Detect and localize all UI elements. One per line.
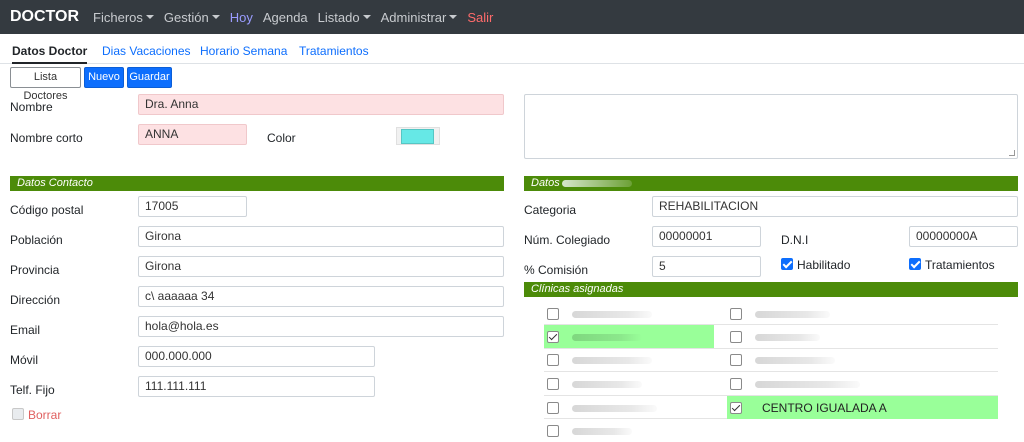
clinic-checkbox[interactable] (730, 308, 742, 320)
tratamientos-label: Tratamientos (925, 258, 995, 272)
poblacion-label: Población (10, 233, 63, 247)
clinic-checkbox[interactable] (547, 378, 559, 390)
redacted-clinic-name (572, 381, 642, 388)
movil-label: Móvil (10, 353, 39, 367)
comision-input[interactable]: 5 (652, 256, 761, 277)
clinic-item[interactable] (544, 419, 714, 442)
nav-agenda[interactable]: Agenda (263, 10, 308, 25)
codigo-postal-input[interactable]: 17005 (138, 196, 247, 217)
email-input[interactable]: hola@hola.es (138, 316, 504, 337)
codigo-postal-label: Código postal (10, 203, 84, 217)
color-picker[interactable] (396, 127, 440, 145)
nuevo-button[interactable]: Nuevo (84, 67, 124, 88)
redacted-clinic-name (572, 357, 652, 364)
nav-administrar[interactable]: Administrar (381, 10, 458, 25)
telf-fijo-input[interactable]: 111.111.111 (138, 376, 375, 397)
email-label: Email (10, 323, 41, 337)
caret-down-icon (145, 15, 154, 19)
clinic-item[interactable] (727, 348, 998, 371)
redacted-clinic-name (572, 334, 642, 341)
color-label: Color (267, 131, 296, 145)
nav-hoy[interactable]: Hoy (230, 10, 253, 25)
clinic-item-selected[interactable]: CENTRO IGUALADA A (727, 396, 998, 419)
datos-header: Datos (524, 176, 1018, 191)
tab-datos-doctor[interactable]: Datos Doctor (12, 40, 88, 64)
tratamientos-checkbox[interactable] (909, 258, 921, 270)
clinic-checkbox[interactable] (730, 378, 742, 390)
nombre-corto-input[interactable]: ANNA (138, 124, 247, 145)
nav-ficheros[interactable]: Ficheros (93, 10, 154, 25)
caret-down-icon (449, 15, 458, 19)
categoria-label: Categoria (524, 203, 577, 217)
num-colegiado-label: Núm. Colegiado (524, 233, 611, 247)
movil-input[interactable]: 000.000.000 (138, 346, 375, 367)
redacted-clinic-name (755, 311, 830, 318)
top-navbar: DOCTOR Ficheros Gestión Hoy Agenda Lista… (0, 0, 1024, 34)
caret-down-icon (362, 15, 371, 19)
dni-label: D.N.I (781, 233, 809, 247)
comision-label: % Comisión (524, 263, 589, 277)
provincia-label: Provincia (10, 263, 60, 277)
redacted-clinic-name (572, 428, 632, 435)
caret-down-icon (211, 15, 220, 19)
clinic-checkbox[interactable] (547, 331, 559, 343)
borrar-checkbox[interactable] (12, 408, 24, 420)
nombre-label: Nombre (10, 100, 53, 114)
tab-bar: Datos Doctor Dias Vacaciones Horario Sem… (0, 34, 1024, 64)
clinic-checkbox[interactable] (730, 354, 742, 366)
clinic-item[interactable] (544, 302, 714, 325)
clinic-checkbox[interactable] (547, 402, 559, 414)
clinic-checkbox[interactable] (730, 331, 742, 343)
direccion-input[interactable]: c\ aaaaaa 34 (138, 286, 504, 307)
clinic-item[interactable] (544, 396, 714, 419)
brand-logo[interactable]: DOCTOR (10, 8, 79, 26)
nav-gestion[interactable]: Gestión (164, 10, 220, 25)
nombre-input[interactable]: Dra. Anna (138, 94, 504, 115)
clinic-item[interactable] (544, 348, 714, 371)
habilitado-checkbox[interactable] (781, 258, 793, 270)
direccion-label: Dirección (10, 293, 61, 307)
datos-contacto-header: Datos Contacto (10, 176, 504, 191)
redacted-clinic-name (572, 311, 652, 318)
notes-textarea[interactable] (524, 94, 1018, 159)
tab-dias-vacaciones[interactable]: Dias Vacaciones (102, 40, 191, 64)
guardar-button[interactable]: Guardar (127, 67, 172, 88)
provincia-input[interactable]: Girona (138, 256, 504, 277)
lista-doctores-button[interactable]: Lista Doctores (10, 67, 81, 102)
clinic-item[interactable] (727, 325, 998, 348)
redacted-clinic-name (755, 381, 860, 388)
num-colegiado-input[interactable]: 00000001 (652, 226, 761, 247)
nav-salir[interactable]: Salir (467, 10, 493, 25)
color-preview (401, 129, 434, 144)
telf-fijo-label: Telf. Fijo (10, 383, 55, 397)
nombre-corto-label: Nombre corto (10, 131, 83, 145)
clinic-checkbox[interactable] (547, 354, 559, 366)
redacted-clinic-name (755, 357, 835, 364)
nav-listado[interactable]: Listado (318, 10, 371, 25)
tab-horario-semana[interactable]: Horario Semana (200, 40, 287, 64)
redacted-text (561, 179, 632, 187)
clinicas-header: Clínicas asignadas (524, 282, 1018, 297)
tab-tratamientos[interactable]: Tratamientos (299, 40, 369, 64)
clinic-item[interactable] (544, 372, 714, 395)
categoria-input[interactable]: REHABILITACION (652, 196, 1018, 217)
habilitado-label: Habilitado (797, 258, 851, 272)
clinic-name: CENTRO IGUALADA A (762, 401, 887, 415)
resize-grip-icon[interactable] (1009, 150, 1015, 156)
poblacion-input[interactable]: Girona (138, 226, 504, 247)
borrar-label: Borrar (28, 408, 62, 422)
clinic-item[interactable] (727, 302, 998, 325)
redacted-clinic-name (572, 405, 657, 412)
clinic-checkbox[interactable] (547, 308, 559, 320)
clinic-checkbox[interactable] (547, 425, 559, 437)
redacted-clinic-name (755, 334, 820, 341)
dni-input[interactable]: 00000000A (909, 226, 1018, 247)
clinic-item[interactable] (727, 372, 998, 395)
clinic-item-selected[interactable] (544, 325, 714, 348)
clinic-checkbox[interactable] (730, 402, 742, 414)
